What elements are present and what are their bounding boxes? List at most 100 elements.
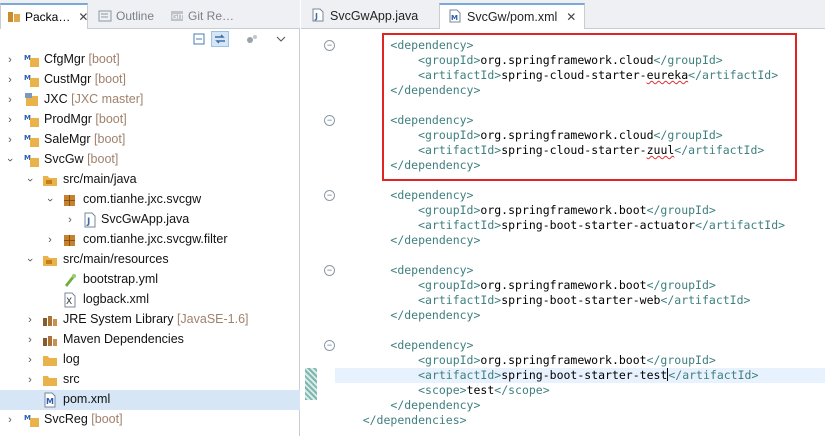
tree-item-label: pom.xml — [63, 392, 111, 406]
tree-item-src[interactable]: › src — [0, 370, 300, 390]
code-line[interactable]: </dependency> — [335, 308, 480, 323]
tree-item-pom-xml[interactable]: M pom.xml — [0, 390, 300, 410]
fold-collapse-icon[interactable]: − — [324, 340, 335, 351]
code-line[interactable]: <groupId>org.springframework.boot</group… — [335, 353, 716, 368]
link-with-editor-icon[interactable] — [211, 31, 229, 47]
xml-close-tag: </artifactId> — [660, 293, 751, 307]
xml-open-tag: <artifactId> — [418, 143, 502, 157]
chevron-right-icon[interactable]: › — [25, 374, 35, 386]
chevron-down-icon[interactable]: › — [24, 175, 36, 185]
xml-open-tag: <dependency> — [390, 338, 474, 352]
close-icon[interactable]: ✕ — [78, 10, 88, 24]
code-line[interactable]: </dependency> — [335, 398, 480, 413]
tab-package-explorer[interactable]: Packa… ✕ — [0, 3, 88, 29]
chevron-down-icon[interactable]: › — [24, 255, 36, 265]
code-line[interactable]: <dependency> — [335, 113, 473, 128]
code-line[interactable]: <groupId>org.springframework.cloud</grou… — [335, 128, 723, 143]
fold-collapse-icon[interactable]: − — [324, 115, 335, 126]
code-line[interactable]: <artifactId>spring-cloud-starter-eureka<… — [335, 68, 778, 83]
view-menu-icon[interactable] — [272, 31, 290, 47]
code-line[interactable]: <groupId>org.springframework.boot</group… — [335, 278, 716, 293]
chevron-right-icon[interactable]: › — [25, 334, 35, 346]
svg-text:M: M — [24, 154, 31, 162]
chevron-right-icon[interactable]: › — [5, 94, 15, 106]
code-line[interactable]: </dependency> — [335, 158, 480, 173]
editor-tab-pom-xml[interactable]: M SvcGw/pom.xml ✕ — [439, 3, 585, 29]
tree-item-svcgw[interactable]: › M SvcGw [boot] — [0, 150, 300, 170]
chevron-right-icon[interactable]: › — [5, 134, 15, 146]
code-line[interactable]: <dependency> — [335, 338, 473, 353]
code-line[interactable]: <groupId>org.springframework.cloud</grou… — [335, 53, 723, 68]
tree-item-log[interactable]: › log — [0, 350, 300, 370]
xml-open-tag: </dependencies> — [362, 413, 467, 427]
chevron-right-icon[interactable]: › — [65, 214, 75, 226]
xml-text: spring-cloud-starter- — [501, 68, 647, 82]
spell-warning-text[interactable]: eureka — [647, 68, 689, 82]
close-icon[interactable]: ✕ — [566, 10, 576, 24]
tree-item-cfgmgr[interactable]: › M CfgMgr [boot] — [0, 50, 300, 70]
xml-text: org.springframework.cloud — [480, 53, 654, 67]
chevron-right-icon[interactable]: › — [25, 354, 35, 366]
spell-warning-text[interactable]: zuul — [647, 143, 675, 157]
tree-item-logback-xml[interactable]: X logback.xml — [0, 290, 300, 310]
xml-open-tag: <dependency> — [390, 263, 474, 277]
tree-item-label: SvcReg — [44, 412, 88, 426]
chevron-right-icon[interactable]: › — [5, 114, 15, 126]
tree-item-bootstrap-yml[interactable]: bootstrap.yml — [0, 270, 300, 290]
focus-icon[interactable] — [243, 31, 261, 47]
code-line[interactable]: <dependency> — [335, 188, 473, 203]
xml-open-tag: <groupId> — [418, 278, 481, 292]
collapse-all-icon[interactable] — [190, 31, 208, 47]
tab-outline[interactable]: Outline — [92, 3, 160, 29]
tree-item-package-filter[interactable]: › com.tianhe.jxc.svcgw.filter — [0, 230, 300, 250]
code-line[interactable]: <groupId>org.springframework.boot</group… — [335, 203, 716, 218]
tree-item-src-main-resources[interactable]: › src/main/resources — [0, 250, 300, 270]
tree-item-label: src/main/java — [63, 172, 137, 186]
code-line[interactable]: </dependency> — [335, 83, 480, 98]
svg-text:M: M — [24, 134, 31, 142]
code-line[interactable]: <artifactId>spring-boot-starter-actuator… — [335, 218, 785, 233]
chevron-right-icon[interactable]: › — [5, 414, 15, 426]
chevron-right-icon[interactable]: › — [5, 74, 15, 86]
code-line[interactable]: <artifactId>spring-boot-starter-web</art… — [335, 293, 750, 308]
chevron-down-icon[interactable]: › — [44, 195, 56, 205]
code-line[interactable]: </dependency> — [335, 233, 480, 248]
code-line[interactable]: <dependency> — [335, 263, 473, 278]
maven-project-icon: M — [24, 52, 40, 68]
xml-text: test — [466, 383, 495, 397]
tab-git-repositories[interactable]: GIT Git Re… — [164, 3, 240, 29]
view-tab-bar: Packa… ✕ Outline GIT Git Re… — [0, 0, 300, 29]
tree-item-label: JXC — [44, 92, 68, 106]
tree-item-jre-system-library[interactable]: › JRE System Library [JavaSE-1.6] — [0, 310, 300, 330]
xml-close-tag: </groupId> — [646, 203, 716, 217]
tree-item-svcgwapp-java[interactable]: › J SvcGwApp.java — [0, 210, 300, 230]
fold-collapse-icon[interactable]: − — [324, 190, 335, 201]
code-line[interactable]: <artifactId>spring-cloud-starter-zuul</a… — [335, 143, 764, 158]
tree-item-jxc[interactable]: › JXC [JXC master] — [0, 90, 300, 110]
tree-item-package-svcgw[interactable]: › com.tianhe.jxc.svcgw — [0, 190, 300, 210]
chevron-right-icon[interactable]: › — [45, 234, 55, 246]
tree-item-prodmgr[interactable]: › M ProdMgr [boot] — [0, 110, 300, 130]
code-line[interactable]: </dependencies> — [335, 413, 467, 428]
code-line[interactable]: <dependency> — [335, 38, 473, 53]
editor-tab-svcgwapp-java[interactable]: J SvcGwApp.java — [303, 3, 426, 29]
tree-item-decoration: [boot] — [94, 132, 126, 146]
chevron-right-icon[interactable]: › — [5, 54, 15, 66]
maven-project-icon: M — [24, 72, 40, 88]
tree-item-custmgr[interactable]: › M CustMgr [boot] — [0, 70, 300, 90]
chevron-down-icon[interactable]: › — [4, 155, 16, 165]
fold-collapse-icon[interactable]: − — [324, 265, 335, 276]
tree-item-salemgr[interactable]: › M SaleMgr [boot] — [0, 130, 300, 150]
code-line[interactable]: <scope>test</scope> — [335, 383, 550, 398]
code-line[interactable]: <artifactId>spring-boot-starter-test</ar… — [335, 368, 825, 383]
tree-item-maven-dependencies[interactable]: › Maven Dependencies — [0, 330, 300, 350]
chevron-right-icon[interactable]: › — [25, 314, 35, 326]
tree-item-svcreg[interactable]: › M SvcReg [boot] — [0, 410, 300, 430]
xml-open-tag: <artifactId> — [418, 368, 502, 382]
tree-item-src-main-java[interactable]: › src/main/java — [0, 170, 300, 190]
maven-project-icon: M — [24, 412, 40, 428]
xml-text: spring-boot-starter-web — [501, 293, 661, 307]
fold-collapse-icon[interactable]: − — [324, 40, 335, 51]
